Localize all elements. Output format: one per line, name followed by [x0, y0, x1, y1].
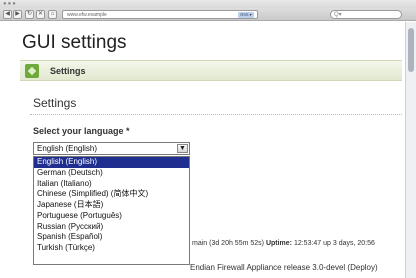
section-header-label: Settings [50, 66, 86, 76]
search-icon: Q▾ [334, 12, 342, 18]
language-option-chinese[interactable]: Chinese (Simplified) (简体中文) [34, 189, 189, 200]
window-titlebar: ●●● [0, 0, 416, 8]
uptime-value: 12:53:47 up 3 days, 20:56 [293, 240, 375, 247]
browser-search-input[interactable]: Q▾ [330, 10, 402, 19]
settings-icon [25, 64, 39, 78]
language-option-italian[interactable]: Italian (Italiano) [34, 179, 189, 190]
window-controls-icon[interactable]: ●●● [3, 1, 17, 7]
home-icon[interactable]: ⌂ [48, 10, 57, 19]
forward-icon[interactable]: ▶ [13, 10, 22, 19]
scrollbar-thumb[interactable] [408, 28, 414, 72]
status-prefix: main (3d 20h 55m 52s) [192, 240, 264, 247]
language-field-label: Select your language * [33, 126, 130, 136]
stop-icon[interactable]: ✕ [36, 10, 45, 19]
divider [30, 114, 402, 115]
status-line: main (3d 20h 55m 52s) Uptime: 12:53:47 u… [192, 240, 375, 247]
language-option-german[interactable]: German (Deutsch) [34, 168, 189, 179]
uptime-label: Uptime: [265, 240, 292, 247]
section-header: Settings [20, 60, 402, 81]
browser-toolbar: ◀ ▶ ↻ ✕ ⌂ www.efw.example RSS ▾ Q▾ [0, 8, 416, 21]
address-bar[interactable]: www.efw.example RSS ▾ [62, 10, 258, 19]
back-icon[interactable]: ◀ [3, 10, 12, 19]
language-option-spanish[interactable]: Spanish (Español) [34, 232, 189, 243]
language-option-turkish[interactable]: Turkish (Türkçe) [34, 243, 189, 254]
language-select-value: English (English) [37, 144, 98, 153]
language-select[interactable]: English (English) ▼ [33, 142, 190, 155]
chevron-down-icon[interactable]: ▼ [177, 144, 188, 153]
release-info: Endian Firewall Appliance release 3.0-de… [190, 263, 378, 272]
address-bar-url: www.efw.example [67, 12, 107, 18]
language-option-portuguese[interactable]: Portuguese (Português) [34, 211, 189, 222]
settings-heading: Settings [33, 96, 77, 110]
language-option-japanese[interactable]: Japanese (日本語) [34, 200, 189, 211]
page-title: GUI settings [22, 32, 127, 53]
page-scrollbar[interactable] [405, 22, 416, 278]
rss-icon[interactable]: RSS ▾ [238, 12, 254, 18]
language-option-russian[interactable]: Russian (Русский) [34, 222, 189, 233]
reload-icon[interactable]: ↻ [25, 10, 34, 19]
language-dropdown-list[interactable]: English (English) German (Deutsch) Itali… [33, 156, 190, 265]
language-option-english[interactable]: English (English) [34, 157, 189, 168]
